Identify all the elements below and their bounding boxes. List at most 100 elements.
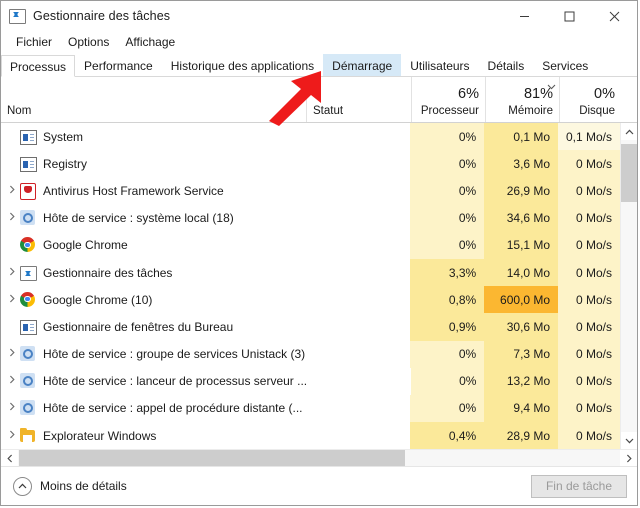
window-controls	[502, 1, 637, 31]
process-cpu-cell: 0,4%	[410, 422, 485, 449]
table-row[interactable]: Gestionnaire des tâches 3,3% 14,0 Mo 0 Mo/s	[1, 258, 620, 287]
process-name-cell[interactable]: Hôte de service : lanceur de processus s…	[1, 368, 306, 395]
process-memory-cell: 0,1 Mo	[484, 123, 559, 151]
table-row[interactable]: Hôte de service : système local (18) 0% 34…	[1, 204, 620, 232]
process-name-cell[interactable]: Hôte de service : groupe de services Uni…	[1, 341, 305, 368]
table-row[interactable]: Hôte de service : groupe de services Uni…	[1, 340, 620, 368]
process-name-label: Registry	[43, 156, 88, 171]
process-name-label: Hôte de service : lanceur de processus s…	[43, 374, 306, 389]
process-disk-cell: 0 Mo/s	[558, 150, 620, 178]
folder-icon	[20, 427, 36, 444]
menu-item-fichier[interactable]: Fichier	[9, 33, 59, 51]
table-row[interactable]: Google Chrome 0% 15,1 Mo 0 Mo/s	[1, 231, 620, 259]
chevron-right-icon[interactable]	[3, 348, 20, 360]
table-row[interactable]: Antivirus Host Framework Service 0% 26,9 M…	[1, 177, 620, 205]
horizontal-scrollbar[interactable]	[1, 449, 637, 466]
chrome-icon	[20, 291, 36, 308]
menu-item-options[interactable]: Options	[61, 33, 116, 51]
close-button[interactable]	[592, 1, 637, 31]
process-cpu-cell: 0%	[410, 123, 485, 151]
process-name-label: Hôte de service : appel de procédure dis…	[43, 401, 303, 416]
column-header-nom[interactable]: Nom	[1, 77, 306, 122]
end-task-button[interactable]: Fin de tâche	[531, 474, 627, 498]
chevron-right-icon[interactable]	[3, 212, 20, 224]
gear-icon	[20, 346, 36, 362]
process-memory-cell: 9,4 Mo	[484, 394, 559, 423]
minimize-button[interactable]	[502, 1, 547, 31]
scroll-left-button[interactable]	[1, 450, 18, 466]
chevron-right-icon[interactable]	[3, 402, 20, 414]
process-name-label: System	[43, 129, 84, 144]
process-disk-cell: 0 Mo/s	[558, 340, 620, 368]
chevron-right-icon[interactable]	[3, 430, 20, 442]
horizontal-scroll-thumb[interactable]	[19, 450, 405, 466]
vertical-scroll-thumb[interactable]	[621, 144, 637, 202]
tab-services[interactable]: Services	[533, 54, 597, 76]
chevron-right-icon[interactable]	[3, 294, 20, 306]
process-name-cell[interactable]: Antivirus Host Framework Service	[1, 177, 305, 204]
process-cpu-cell: 0,9%	[410, 313, 485, 341]
table-row[interactable]: System 0% 0,1 Mo 0,1 Mo/s	[1, 123, 620, 151]
process-name-cell[interactable]: Google Chrome	[1, 232, 305, 259]
scroll-up-button[interactable]	[621, 123, 637, 140]
column-header-statut[interactable]: Statut	[306, 77, 411, 122]
tab-utilisateurs[interactable]: Utilisateurs	[401, 54, 478, 76]
table-row[interactable]: Hôte de service : appel de procédure dis…	[1, 394, 620, 423]
column-header-processeur[interactable]: 6% Processeur	[411, 77, 485, 122]
process-cpu-cell: 0%	[410, 394, 485, 423]
process-status-cell	[305, 150, 410, 177]
tab-demarrage[interactable]: Démarrage	[323, 54, 402, 76]
tab-strip: Processus Performance Historique des app…	[1, 53, 637, 77]
menu-item-affichage[interactable]: Affichage	[118, 33, 182, 51]
column-value-nom	[7, 86, 300, 104]
scroll-down-button[interactable]	[621, 432, 637, 449]
chevron-right-icon[interactable]	[3, 267, 20, 279]
vertical-scrollbar[interactable]	[620, 123, 637, 449]
column-label-disque: Disque	[579, 105, 615, 117]
process-status-cell	[305, 286, 410, 313]
table-row[interactable]: Explorateur Windows 0,4% 28,9 Mo 0 Mo/s	[1, 422, 620, 449]
maximize-button[interactable]	[547, 1, 592, 31]
column-header-disque[interactable]: 0% Disque	[559, 77, 621, 122]
process-memory-cell: 15,1 Mo	[484, 231, 559, 259]
process-name-cell[interactable]: Hôte de service : système local (18)	[1, 205, 305, 232]
menu-bar: Fichier Options Affichage	[1, 31, 637, 53]
tab-processus[interactable]: Processus	[1, 55, 76, 77]
process-name-cell[interactable]: Explorateur Windows	[1, 422, 305, 449]
column-value-processeur: 6%	[458, 86, 479, 102]
process-name-label: Google Chrome	[43, 238, 128, 253]
chevron-right-icon[interactable]	[3, 185, 20, 197]
process-disk-cell: 0 Mo/s	[558, 231, 620, 259]
process-name-cell[interactable]: System	[1, 123, 305, 150]
process-memory-cell: 34,6 Mo	[484, 204, 559, 232]
task-manager-window: Gestionnaire des tâches Fichier Options …	[0, 0, 638, 506]
gear-icon	[20, 210, 36, 226]
windows-process-icon	[20, 319, 37, 335]
table-row[interactable]: Registry 0% 3,6 Mo 0 Mo/s	[1, 150, 620, 178]
scroll-right-button[interactable]	[620, 450, 637, 466]
process-cpu-cell: 0%	[410, 367, 485, 395]
tab-details[interactable]: Détails	[479, 54, 534, 76]
process-memory-cell: 28,9 Mo	[484, 422, 559, 449]
process-memory-cell: 3,6 Mo	[484, 150, 559, 178]
table-row[interactable]: Google Chrome (10) 0,8% 600,0 Mo 0 Mo/s	[1, 286, 620, 314]
tab-performance[interactable]: Performance	[75, 54, 162, 76]
table-row[interactable]: Hôte de service : lanceur de processus s…	[1, 367, 620, 395]
process-name-cell[interactable]: Gestionnaire de fenêtres du Bureau	[1, 313, 305, 340]
table-row[interactable]: Gestionnaire de fenêtres du Bureau 0,9% 30…	[1, 313, 620, 341]
process-status-cell	[305, 123, 410, 150]
vertical-scroll-track[interactable]	[621, 140, 637, 432]
process-name-cell[interactable]: Hôte de service : appel de procédure dis…	[1, 395, 305, 422]
process-name-cell[interactable]: Gestionnaire des tâches	[1, 259, 305, 286]
shield-icon	[20, 182, 36, 200]
less-details-button[interactable]: Moins de détails	[13, 476, 127, 496]
process-status-cell	[305, 177, 410, 204]
column-header-memoire[interactable]: 81% Mémoire	[485, 77, 559, 122]
title-bar: Gestionnaire des tâches	[1, 1, 637, 31]
process-name-cell[interactable]: Registry	[1, 150, 305, 177]
tab-historique-des-applications[interactable]: Historique des applications	[162, 54, 323, 76]
chevron-right-icon[interactable]	[3, 375, 20, 387]
process-name-cell[interactable]: Google Chrome (10)	[1, 286, 305, 313]
process-memory-cell: 7,3 Mo	[484, 340, 559, 368]
horizontal-scroll-track[interactable]	[18, 450, 620, 466]
